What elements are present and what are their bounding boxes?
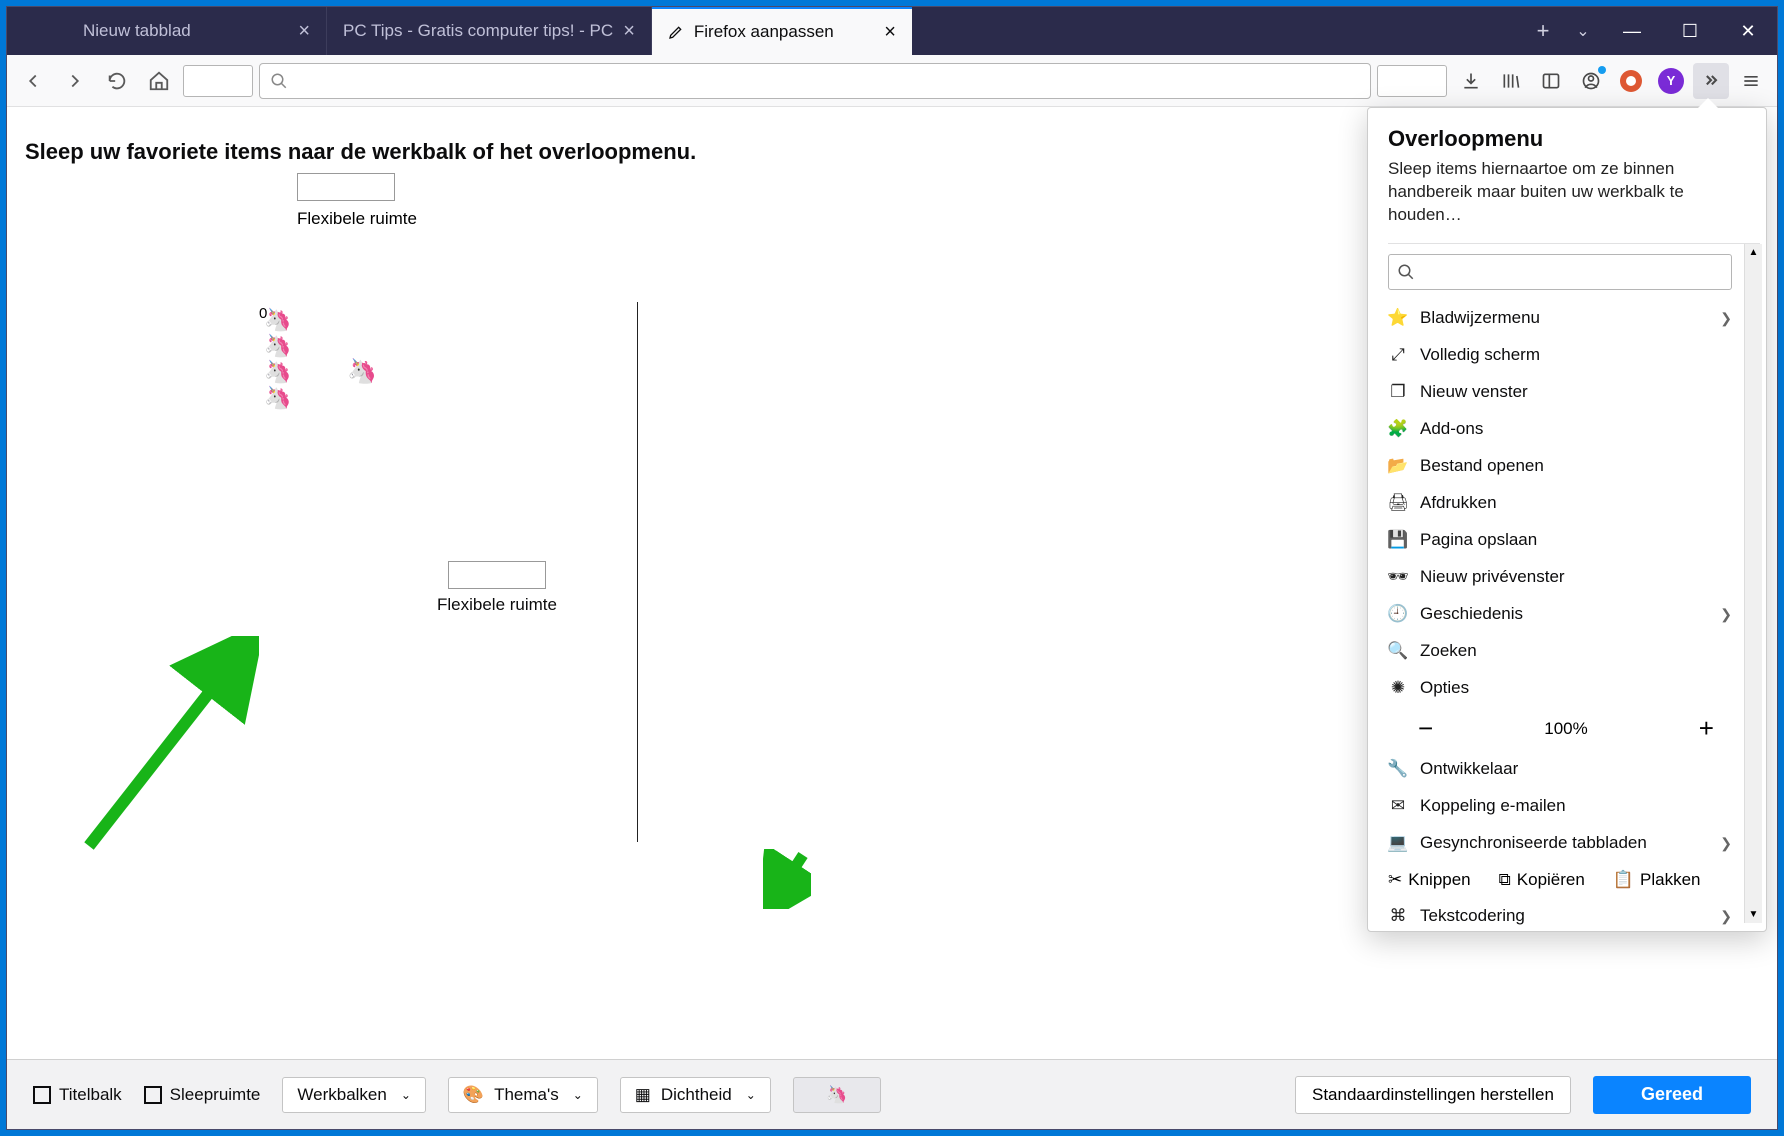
wrench-icon: 🔧	[1388, 759, 1408, 779]
sidebar-button[interactable]	[1533, 63, 1569, 99]
encoding-item[interactable]: ⌘Tekstcodering❯	[1388, 898, 1760, 935]
clock-icon: 🕘	[1388, 604, 1408, 624]
density-dropdown[interactable]: ▦Dichtheid⌄	[620, 1077, 771, 1113]
panel-item-add-ons[interactable]: 🧩Add-ons	[1388, 411, 1760, 448]
edit-row: ✂Knippen ⧉Kopiëren 📋Plakken	[1388, 862, 1760, 898]
done-button[interactable]: Gereed	[1593, 1076, 1751, 1114]
zoom-in-button[interactable]: +	[1699, 713, 1714, 744]
brush-icon	[668, 24, 684, 40]
density-icon: ▦	[635, 1085, 651, 1105]
duckduckgo-extension[interactable]	[1613, 63, 1649, 99]
panel-item-pagina-opslaan[interactable]: 💾Pagina opslaan	[1388, 522, 1760, 559]
unicorn-icon: 🦄	[347, 357, 377, 386]
paste-button[interactable]: 📋Plakken	[1613, 870, 1701, 890]
panel-item-bladwijzermenu[interactable]: ⭐Bladwijzermenu❯	[1388, 300, 1760, 337]
zoom-level: 100%	[1544, 719, 1587, 739]
library-button[interactable]	[1493, 63, 1529, 99]
search-icon	[270, 72, 288, 90]
puzzle-icon: 🧩	[1388, 419, 1408, 439]
downloads-button[interactable]	[1453, 63, 1489, 99]
maximize-button[interactable]: ☐	[1661, 7, 1719, 55]
flexible-space[interactable]	[1377, 65, 1447, 97]
panel-search[interactable]	[1388, 254, 1732, 290]
tab-new[interactable]: Nieuw tabblad ×	[67, 7, 327, 55]
tab-strip: Nieuw tabblad × PC Tips - Gratis compute…	[7, 7, 1523, 55]
unicorn-decoration: 🦄🦄🦄🦄	[264, 307, 291, 411]
zoom-out-button[interactable]: −	[1418, 713, 1433, 744]
flexible-space-item[interactable]: Flexibele ruimte	[437, 561, 557, 615]
copy-button[interactable]: ⧉Kopiëren	[1499, 870, 1585, 890]
profile-button[interactable]: Y	[1653, 63, 1689, 99]
restore-defaults-button[interactable]: Standaardinstellingen herstellen	[1295, 1076, 1571, 1114]
overflow-desc: Sleep items hiernaartoe om ze binnen han…	[1388, 158, 1760, 227]
panel-item-nieuw-venster[interactable]: ❐Nieuw venster	[1388, 374, 1760, 411]
search-icon	[1397, 263, 1415, 281]
close-icon[interactable]: ×	[884, 21, 896, 44]
panel-item-afdrukken[interactable]: 🖨Afdrukken	[1388, 485, 1760, 522]
flexible-space-item[interactable]	[297, 173, 395, 201]
search-icon: 🔍	[1388, 641, 1408, 661]
mail-icon: ✉	[1388, 796, 1408, 816]
tab-dropdown-icon[interactable]: ⌄	[1563, 7, 1603, 55]
themes-dropdown[interactable]: 🎨Thema's⌄	[448, 1077, 598, 1113]
divider	[637, 302, 638, 842]
nav-toolbar: Y	[7, 55, 1777, 107]
customize-footer: Titelbalk Sleepruimte Werkbalken⌄ 🎨Thema…	[7, 1059, 1777, 1129]
back-button[interactable]	[15, 63, 51, 99]
url-bar[interactable]	[259, 63, 1371, 99]
toolbars-dropdown[interactable]: Werkbalken⌄	[282, 1077, 426, 1113]
tab-customize[interactable]: Firefox aanpassen ×	[652, 7, 912, 55]
customize-canvas: Sleep uw favoriete items naar de werkbal…	[7, 107, 1777, 1059]
print-icon: 🖨	[1388, 493, 1408, 513]
reload-button[interactable]	[99, 63, 135, 99]
cut-button[interactable]: ✂Knippen	[1388, 870, 1471, 890]
star-icon: ⭐	[1388, 308, 1408, 328]
panel-item-koppeling-e-mailen[interactable]: ✉Koppeling e-mailen	[1388, 788, 1760, 825]
close-icon[interactable]: ×	[298, 20, 310, 43]
folder-icon: 📂	[1388, 456, 1408, 476]
gear-icon: ✺	[1388, 678, 1408, 698]
flexible-space[interactable]	[183, 65, 253, 97]
laptop-icon: 💻	[1388, 833, 1408, 853]
panel-item-geschiedenis[interactable]: 🕘Geschiedenis❯	[1388, 596, 1760, 633]
flexible-space-label: Flexibele ruimte	[297, 209, 417, 229]
forward-button[interactable]	[57, 63, 93, 99]
unicorn-button[interactable]: 🦄	[793, 1077, 881, 1113]
expand-icon: ⤢	[1388, 345, 1408, 365]
panel-item-gesynchroniseerde-tabbladen[interactable]: 💻Gesynchroniseerde tabbladen❯	[1388, 825, 1760, 862]
window-icon: ❐	[1388, 382, 1408, 402]
panel-item-opties[interactable]: ✺Opties	[1388, 670, 1760, 707]
panel-item-ontwikkelaar[interactable]: 🔧Ontwikkelaar	[1388, 751, 1760, 788]
overflow-panel: Overloopmenu Sleep items hiernaartoe om …	[1367, 107, 1767, 932]
close-window-button[interactable]: ✕	[1719, 7, 1777, 55]
minimize-button[interactable]: —	[1603, 7, 1661, 55]
overflow-button[interactable]	[1693, 63, 1729, 99]
theme-icon: 🎨	[463, 1085, 484, 1105]
panel-item-volledig-scherm[interactable]: ⤢Volledig scherm	[1388, 337, 1760, 374]
overflow-title: Overloopmenu	[1388, 126, 1760, 152]
home-button[interactable]	[141, 63, 177, 99]
titlebar: Nieuw tabblad × PC Tips - Gratis compute…	[7, 7, 1777, 55]
panel-item-bestand-openen[interactable]: 📂Bestand openen	[1388, 448, 1760, 485]
dragspace-checkbox[interactable]: Sleepruimte	[144, 1085, 261, 1105]
close-icon[interactable]: ×	[623, 20, 635, 43]
mask-icon: 🕶	[1388, 567, 1408, 587]
hamburger-menu[interactable]	[1733, 63, 1769, 99]
tab-pctips[interactable]: PC Tips - Gratis computer tips! - PC ×	[327, 7, 652, 55]
account-button[interactable]	[1573, 63, 1609, 99]
scrollbar[interactable]: ▲▼	[1744, 244, 1762, 923]
titlebar-checkbox[interactable]: Titelbalk	[33, 1085, 122, 1105]
page-title: Sleep uw favoriete items naar de werkbal…	[25, 139, 696, 165]
new-tab-button[interactable]: +	[1523, 7, 1563, 55]
save-icon: 💾	[1388, 530, 1408, 550]
panel-item-nieuw-privévenster[interactable]: 🕶Nieuw privévenster	[1388, 559, 1760, 596]
zoom-controls: − 100% +	[1388, 707, 1760, 751]
panel-item-zoeken[interactable]: 🔍Zoeken	[1388, 633, 1760, 670]
